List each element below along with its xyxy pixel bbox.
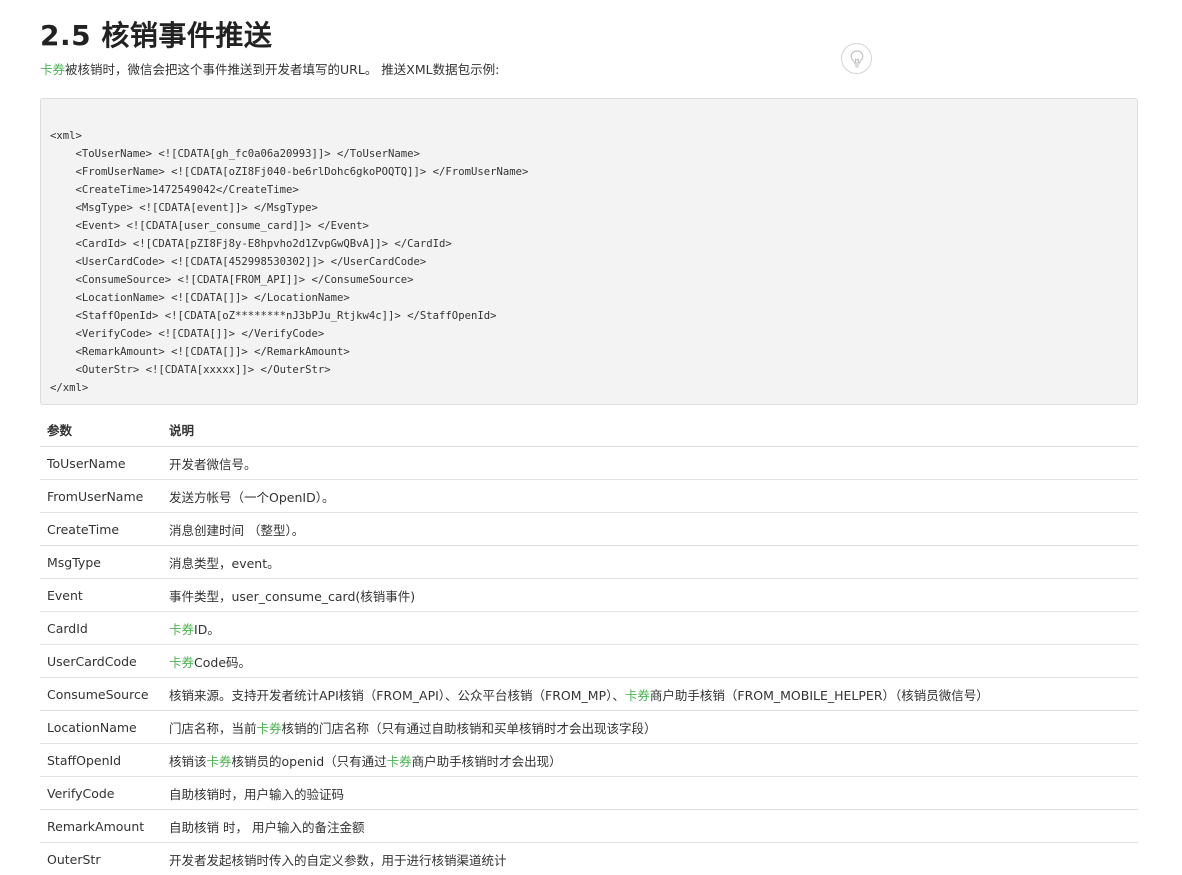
param-desc: 消息创建时间 （整型）。: [162, 512, 1138, 546]
param-desc: 开发者发起核销时传入的自定义参数，用于进行核销渠道统计: [162, 843, 1138, 875]
param-name: RemarkAmount: [40, 809, 162, 843]
param-name: Event: [40, 578, 162, 612]
param-name: MsgType: [40, 545, 162, 579]
tip-button[interactable]: [841, 43, 872, 74]
intro-text: 卡券被核销时，微信会把这个事件推送到开发者填写的URL。 推送XML数据包示例:: [40, 59, 499, 78]
param-name: StaffOpenId: [40, 743, 162, 777]
param-name: UserCardCode: [40, 644, 162, 678]
param-name: ToUserName: [40, 446, 162, 480]
param-name: LocationName: [40, 710, 162, 744]
param-desc: 发送方帐号（一个OpenID）。: [162, 479, 1138, 513]
table-row: VerifyCode 自助核销时，用户输入的验证码: [40, 776, 1138, 810]
card-coupon-link[interactable]: 卡券: [207, 754, 232, 769]
xml-code: <xml> <ToUserName> <![CDATA[gh_fc0a06a20…: [50, 130, 529, 394]
table-row: MsgType 消息类型，event。: [40, 545, 1138, 579]
desc-text: 核销来源。支持开发者统计API核销（FROM_API）、公众平台核销（FROM_…: [169, 687, 625, 703]
card-coupon-link[interactable]: 卡券: [169, 655, 194, 670]
header-desc: 说明: [162, 413, 1138, 447]
desc-text: 商户助手核销（FROM_MOBILE_HELPER）（核销员微信号）: [649, 687, 989, 703]
desc-text: 核销员的openid（只有通过: [231, 753, 387, 769]
param-desc: 门店名称，当前卡券核销的门店名称（只有通过自助核销和买单核销时才会出现该字段）: [162, 710, 1138, 744]
param-name: CardId: [40, 611, 162, 645]
desc-text: 消息类型，event。: [169, 555, 280, 571]
card-coupon-link[interactable]: 卡券: [625, 688, 650, 703]
lightbulb-icon: [850, 50, 864, 68]
desc-text: 自助核销 时， 用户输入的备注金额: [169, 819, 365, 835]
table-row: OuterStr 开发者发起核销时传入的自定义参数，用于进行核销渠道统计: [40, 843, 1138, 875]
desc-text: ID。: [194, 621, 220, 637]
param-desc: 消息类型，event。: [162, 545, 1138, 579]
param-name: VerifyCode: [40, 776, 162, 810]
desc-text: 核销的门店名称（只有通过自助核销和买单核销时才会出现该字段）: [281, 720, 657, 736]
table-row: ConsumeSource 核销来源。支持开发者统计API核销（FROM_API）…: [40, 677, 1138, 711]
param-desc: 自助核销 时， 用户输入的备注金额: [162, 809, 1138, 843]
table-row: Event 事件类型，user_consume_card(核销事件): [40, 578, 1138, 612]
params-table: 参数 说明 ToUserName 开发者微信号。 FromUserName 发送方帐号…: [40, 413, 1138, 875]
desc-text: 事件类型，user_consume_card(核销事件): [169, 588, 416, 604]
card-coupon-link[interactable]: 卡券: [387, 754, 412, 769]
desc-text: 自助核销时，用户输入的验证码: [169, 786, 345, 802]
card-coupon-link[interactable]: 卡券: [40, 62, 65, 77]
desc-text: 消息创建时间 （整型）。: [169, 522, 305, 538]
desc-text: 开发者发起核销时传入的自定义参数，用于进行核销渠道统计: [169, 852, 507, 868]
header-param: 参数: [40, 413, 162, 447]
table-row: RemarkAmount 自助核销 时， 用户输入的备注金额: [40, 809, 1138, 843]
param-name: OuterStr: [47, 851, 101, 867]
table-row: FromUserName 发送方帐号（一个OpenID）。: [40, 479, 1138, 513]
desc-text: 核销该: [169, 753, 207, 769]
desc-text: Code码。: [194, 654, 252, 670]
intro-body: 被核销时，微信会把这个事件推送到开发者填写的URL。 推送XML数据包示例:: [65, 62, 500, 77]
table-header-row: 参数 说明: [40, 413, 1138, 447]
desc-text: 发送方帐号（一个OpenID）。: [169, 489, 335, 505]
param-desc: 卡券Code码。: [162, 644, 1138, 678]
page-title: 2.5 核销事件推送: [40, 19, 273, 52]
table-row: ToUserName 开发者微信号。: [40, 446, 1138, 480]
table-row: LocationName 门店名称，当前卡券核销的门店名称（只有通过自助核销和买单…: [40, 710, 1138, 744]
table-row: StaffOpenId 核销该卡券核销员的openid（只有通过卡券商户助手核销时…: [40, 743, 1138, 777]
param-desc: 自助核销时，用户输入的验证码: [162, 776, 1138, 810]
card-coupon-link[interactable]: 卡券: [257, 721, 282, 736]
desc-text: 门店名称，当前: [169, 720, 257, 736]
param-desc: 核销该卡券核销员的openid（只有通过卡券商户助手核销时才会出现）: [162, 743, 1138, 777]
param-name: ConsumeSource: [40, 677, 162, 711]
param-desc: 开发者微信号。: [162, 446, 1138, 480]
desc-text: 开发者微信号。: [169, 456, 257, 472]
card-coupon-link[interactable]: 卡券: [169, 622, 194, 637]
table-row: CreateTime 消息创建时间 （整型）。: [40, 512, 1138, 546]
desc-text: 商户助手核销时才会出现）: [411, 753, 562, 769]
param-name: CreateTime: [40, 512, 162, 546]
table-row: UserCardCode 卡券Code码。: [40, 644, 1138, 678]
xml-code-block: <xml> <ToUserName> <![CDATA[gh_fc0a06a20…: [40, 98, 1138, 405]
table-row: CardId 卡券ID。: [40, 611, 1138, 645]
param-desc: 卡券ID。: [162, 611, 1138, 645]
param-desc: 事件类型，user_consume_card(核销事件): [162, 578, 1138, 612]
param-desc: 核销来源。支持开发者统计API核销（FROM_API）、公众平台核销（FROM_…: [162, 677, 1138, 711]
param-name: FromUserName: [40, 479, 162, 513]
